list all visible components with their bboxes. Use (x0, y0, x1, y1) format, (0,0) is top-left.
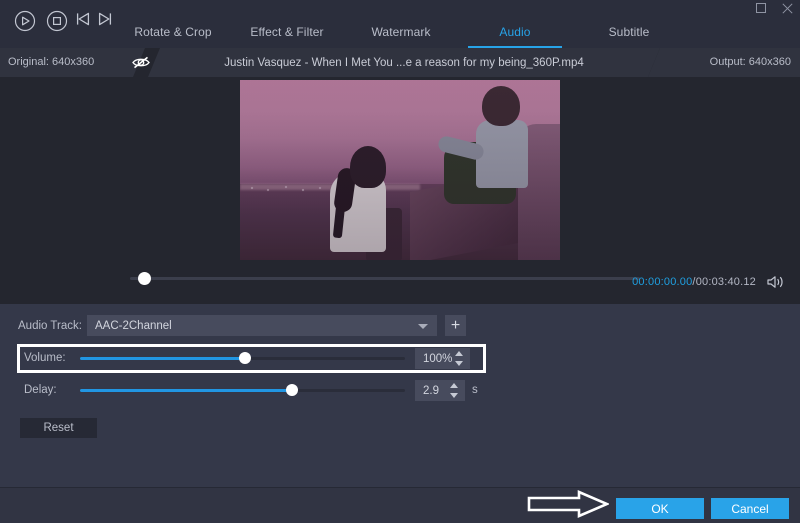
volume-button[interactable] (766, 274, 786, 290)
stepper-down-icon[interactable] (450, 393, 458, 398)
previous-frame-button[interactable] (74, 10, 96, 32)
cancel-button[interactable]: Cancel (711, 498, 789, 519)
preview-vignette (240, 80, 560, 260)
tab-effect-filter[interactable]: Effect & Filter (230, 16, 344, 48)
volume-label: Volume: (24, 352, 66, 364)
play-circle-icon (14, 10, 36, 32)
file-title: Justin Vasquez - When I Met You ...e a r… (148, 48, 660, 77)
media-info-strip: Original: 640x360 Justin Vasquez - When … (0, 48, 800, 77)
maximize-icon (756, 3, 766, 13)
close-icon (782, 3, 793, 14)
original-resolution-label: Original: 640x360 (8, 56, 94, 68)
tab-label: Audio (499, 25, 530, 39)
delay-value-field[interactable]: 2.9 (415, 380, 465, 401)
video-preview[interactable] (240, 80, 560, 260)
reset-label: Reset (43, 422, 73, 434)
tab-audio[interactable]: Audio (458, 16, 572, 48)
seek-bar[interactable] (130, 277, 640, 280)
tab-label: Subtitle (609, 25, 650, 39)
play-button[interactable] (14, 10, 36, 32)
tab-watermark[interactable]: Watermark (344, 16, 458, 48)
delay-unit-label: s (472, 384, 478, 396)
tab-rotate-crop[interactable]: Rotate & Crop (116, 16, 230, 48)
plus-icon: + (451, 318, 460, 334)
cancel-label: Cancel (731, 502, 768, 516)
volume-slider-fill (80, 357, 243, 360)
tab-label: Effect & Filter (250, 25, 323, 39)
delay-slider-fill (80, 389, 291, 392)
delay-value: 2.9 (423, 385, 439, 397)
stop-button[interactable] (46, 10, 68, 32)
tab-label: Watermark (371, 25, 430, 39)
next-frame-button[interactable] (96, 10, 118, 32)
tab-subtitle[interactable]: Subtitle (572, 16, 686, 48)
total-time: 00:03:40.12 (696, 276, 756, 288)
audio-track-select[interactable]: AAC-2Channel (87, 315, 437, 336)
audio-track-label: Audio Track: (18, 320, 82, 332)
audio-track-value: AAC-2Channel (95, 320, 172, 332)
output-resolution-label: Output: 640x360 (710, 56, 791, 68)
delay-stepper[interactable] (449, 383, 458, 398)
time-display: 00:00:00.00/00:03:40.12 (632, 276, 756, 288)
current-time: 00:00:00.00 (632, 276, 692, 288)
delay-slider-knob[interactable] (286, 384, 298, 396)
maximize-button[interactable] (748, 0, 774, 16)
video-stage (0, 77, 800, 262)
reset-button[interactable]: Reset (20, 418, 97, 438)
skip-next-icon (96, 10, 114, 28)
title-bar (0, 0, 800, 16)
tab-bar: Rotate & Crop Effect & Filter Watermark … (0, 16, 800, 48)
speaker-icon (766, 274, 786, 290)
stop-circle-icon (46, 10, 68, 32)
volume-stepper[interactable] (454, 351, 463, 366)
volume-slider-knob[interactable] (239, 352, 251, 364)
seek-handle[interactable] (138, 272, 151, 285)
volume-value-field[interactable]: 100% (415, 348, 470, 369)
stepper-down-icon[interactable] (455, 361, 463, 366)
skip-previous-icon (74, 10, 92, 28)
tab-label: Rotate & Crop (134, 25, 211, 39)
ok-label: OK (651, 502, 668, 516)
add-audio-track-button[interactable]: + (445, 315, 466, 336)
delay-label: Delay: (24, 384, 57, 396)
ok-button[interactable]: OK (616, 498, 704, 519)
stepper-up-icon[interactable] (455, 351, 463, 356)
close-button[interactable] (774, 0, 800, 16)
volume-value: 100% (423, 353, 452, 365)
stepper-up-icon[interactable] (450, 383, 458, 388)
chevron-down-icon (418, 324, 428, 329)
